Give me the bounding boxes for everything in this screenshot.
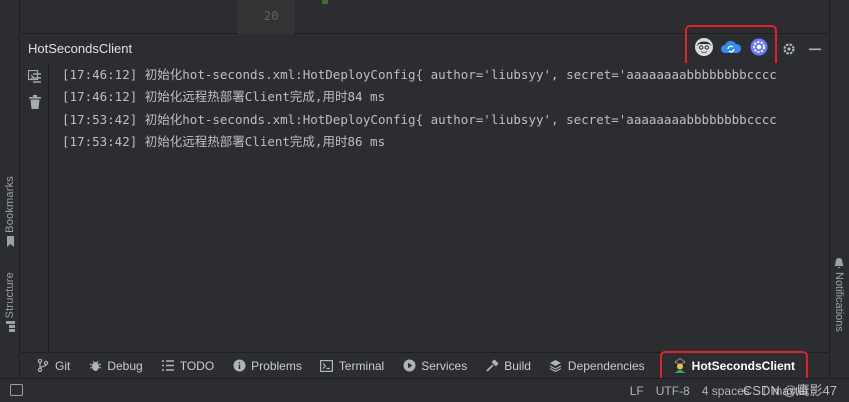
structure-icon	[5, 321, 15, 333]
log-line: [17:46:12] 初始化hot-seconds.xml:HotDeployC…	[62, 67, 777, 82]
git-branch-icon	[36, 359, 50, 373]
list-icon	[161, 359, 175, 373]
tab-build-label: Build	[504, 358, 531, 373]
toggle-tool-windows-icon[interactable]	[10, 384, 23, 396]
tab-debug[interactable]: Debug	[88, 358, 143, 373]
bug-icon	[88, 359, 102, 373]
log-line: [17:46:12] 初始化远程热部署Client完成,用时84 ms	[62, 89, 386, 105]
status-bar: LF UTF-8 4 spaces ᚴ master CSDN @鹰影47	[0, 378, 849, 402]
console-side-tools	[21, 63, 49, 352]
tab-terminal[interactable]: Terminal	[320, 359, 384, 373]
tab-git[interactable]: Git	[36, 359, 70, 373]
hammer-icon	[485, 359, 499, 373]
bookmarks-tab[interactable]: Bookmarks	[0, 176, 20, 247]
log-line: [17:53:42] 初始化远程热部署Client完成,用时86 ms	[62, 134, 386, 150]
line-number: 20	[264, 9, 279, 23]
gear-badge-icon[interactable]	[748, 36, 770, 58]
plugin-actions-highlight	[685, 25, 777, 67]
bookmarks-label: Bookmarks	[4, 176, 16, 233]
tab-debug-label: Debug	[107, 358, 143, 373]
tab-git-label: Git	[55, 358, 71, 373]
console-output[interactable]: [17:46:12] 初始化hot-seconds.xml:HotDeployC…	[62, 64, 828, 154]
toolwindow-header: HotSecondsClient	[21, 25, 828, 67]
tab-build[interactable]: Build	[485, 359, 531, 373]
bell-icon	[834, 258, 844, 269]
tab-hotsecondsclient[interactable]: HotSecondsClient	[659, 350, 808, 384]
terminal-icon	[320, 359, 334, 373]
cloud-sync-icon[interactable]	[720, 36, 742, 58]
tab-todo[interactable]: TODO	[161, 359, 214, 373]
encoding-widget[interactable]: UTF-8	[656, 384, 690, 398]
info-circle-icon	[232, 359, 246, 373]
watermark: CSDN @鹰影47	[742, 383, 837, 398]
scroll-to-end-icon[interactable]	[26, 68, 44, 86]
tab-dependencies-label: Dependencies	[567, 358, 645, 373]
log-line: [17:53:42] 初始化hot-seconds.xml:HotDeployC…	[62, 111, 777, 127]
layers-icon	[549, 359, 563, 373]
tab-todo-label: TODO	[179, 358, 215, 373]
play-circle-icon	[402, 359, 416, 373]
toolwindow-bar: Git Debug TODO Problems Terminal Service…	[21, 350, 828, 384]
notifications-label: Notifications	[833, 272, 845, 332]
left-tool-stripe: Bookmarks Structure	[0, 0, 20, 378]
tab-dependencies[interactable]: Dependencies	[549, 359, 645, 373]
tab-services[interactable]: Services	[402, 359, 467, 373]
toolwindow-title: HotSecondsClient	[28, 41, 133, 56]
tab-problems-label: Problems	[251, 358, 302, 373]
change-marker	[322, 0, 328, 4]
console-panel: [17:46:12] 初始化hot-seconds.xml:HotDeployC…	[21, 63, 828, 352]
tab-problems[interactable]: Problems	[232, 359, 302, 373]
notifications-tab[interactable]: Notifications	[829, 258, 849, 332]
bookmark-icon	[6, 235, 14, 247]
settings-icon[interactable]	[779, 39, 799, 59]
line-separator-widget[interactable]: LF	[630, 384, 644, 398]
structure-label: Structure	[4, 272, 16, 319]
minimize-icon[interactable]	[805, 39, 825, 59]
avatar-icon[interactable]	[693, 36, 715, 58]
tab-services-label: Services	[421, 358, 468, 373]
structure-tab[interactable]: Structure	[0, 272, 20, 333]
trash-icon[interactable]	[26, 93, 44, 111]
tab-terminal-label: Terminal	[338, 358, 385, 373]
